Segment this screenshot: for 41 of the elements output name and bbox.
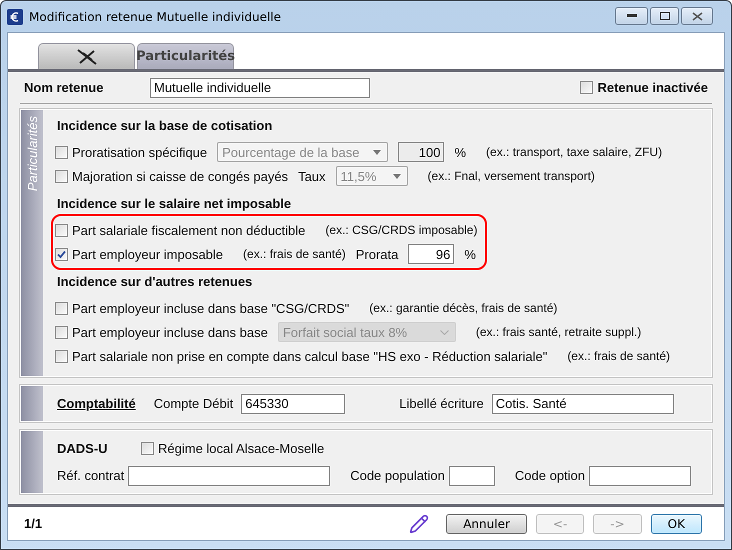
page-counter: 1/1 [24,516,44,531]
checkbox[interactable]: Régime local Alsace-Moselle [141,441,324,456]
example-hint: (ex.: garantie décès, frais de santé) [369,301,558,315]
side-label: Particularités [24,116,40,192]
checkbox[interactable]: Part employeur incluse dans base "CSG/CRDS" [55,300,350,316]
section-title: Incidence sur le salaire net imposable [56,194,292,213]
label: % [464,246,476,262]
example-hint: (ex.: frais de santé) [567,349,670,363]
field-label: Libellé écriture [399,396,484,411]
checkbox[interactable]: Proratisation spécifique [55,144,208,160]
checkbox[interactable]: Part employeur imposable [55,246,224,262]
name-input[interactable]: Mutuelle individuelle [150,78,370,98]
checkbox[interactable]: Part salariale non prise en compte dans calcul base "HS exo - Réduction salariale" [55,348,548,364]
dialog-button[interactable]: Annuler [446,514,527,534]
checkbox[interactable]: Part salariale fiscalement non déductible [55,222,306,238]
example-hint: (ex.: frais santé, retraite suppl.) [476,325,642,339]
dialog-button[interactable]: OK [650,514,702,534]
accounting-link[interactable]: Comptabilité [57,396,136,411]
checkbox[interactable]: Majoration si caisse de congés payés [55,168,288,184]
window-title: Modification retenue Mutuelle individuelle [29,10,282,24]
label: % [454,144,466,160]
text-field[interactable]: Cotis. Santé [492,394,674,414]
field-label: Code option [514,468,586,483]
field-label: Code population [350,468,445,483]
input-field[interactable]: 96 [408,244,454,264]
text-field[interactable]: 645330 [241,394,346,414]
example-hint: (ex.: Fnal, versement transport) [428,169,595,183]
section-title: Incidence sur la base de cotisation [56,116,274,134]
checkbox[interactable]: Part employeur incluse dans base [55,324,268,340]
tab[interactable]: Particularités [137,43,234,69]
label: Taux [298,168,326,184]
name-label: Nom retenue [24,80,104,95]
field-label: Compte Débit [154,396,234,411]
example-hint: (ex.: CSG/CRDS imposable) [325,223,478,237]
checkbox[interactable]: Retenue inactivée [580,80,708,95]
example-hint: (ex.: frais de santé) [243,247,346,261]
section-title: Incidence sur d'autres retenues [56,272,254,290]
section-title: DADS-U [57,441,109,456]
field-label: Réf. contrat [57,468,124,483]
label: Prorata [356,246,398,262]
example-hint: (ex.: transport, taxe salaire, ZFU) [486,145,662,159]
